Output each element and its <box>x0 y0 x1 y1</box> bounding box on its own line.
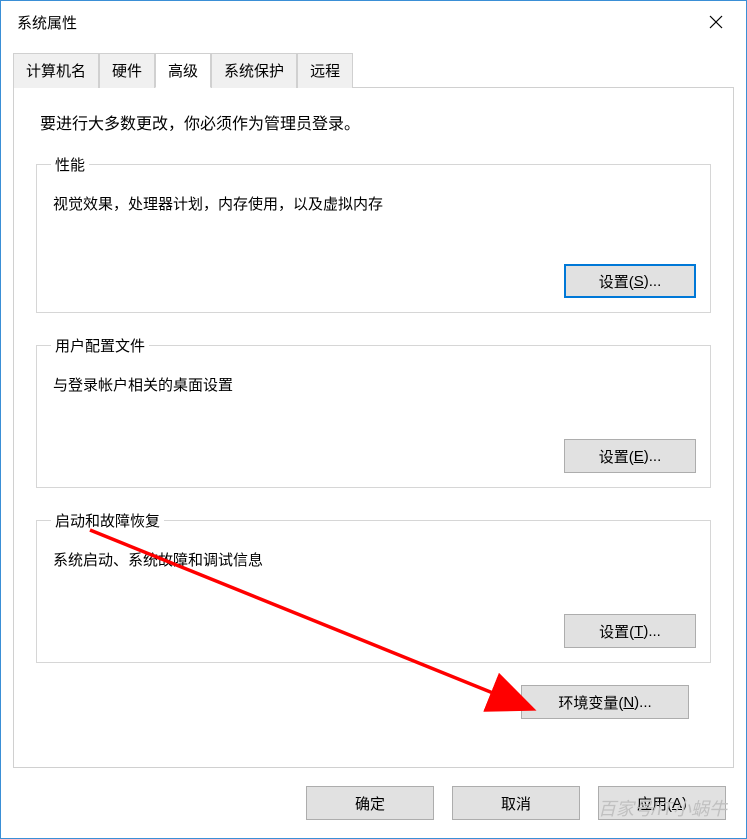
startup-group: 启动和故障恢复 系统启动、系统故障和调试信息 设置(T)... <box>36 510 711 663</box>
user-profile-description: 与登录帐户相关的桌面设置 <box>51 368 696 395</box>
user-profile-legend: 用户配置文件 <box>51 335 149 356</box>
admin-notice: 要进行大多数更改，你必须作为管理员登录。 <box>36 110 711 134</box>
tab-advanced[interactable]: 高级 <box>155 53 211 88</box>
startup-settings-button[interactable]: 设置(T)... <box>564 614 696 648</box>
performance-legend: 性能 <box>51 154 89 175</box>
environment-variables-button[interactable]: 环境变量(N)... <box>521 685 689 719</box>
startup-description: 系统启动、系统故障和调试信息 <box>51 543 696 570</box>
ok-button[interactable]: 确定 <box>306 786 434 820</box>
performance-group: 性能 视觉效果，处理器计划，内存使用，以及虚拟内存 设置(S)... <box>36 154 711 313</box>
startup-legend: 启动和故障恢复 <box>51 510 164 531</box>
advanced-panel: 要进行大多数更改，你必须作为管理员登录。 性能 视觉效果，处理器计划，内存使用，… <box>13 87 734 768</box>
window-title: 系统属性 <box>17 12 77 33</box>
system-properties-window: 系统属性 计算机名 硬件 高级 系统保护 远程 要进行大多数更改，你必须作为管理… <box>0 0 747 839</box>
user-profile-group: 用户配置文件 与登录帐户相关的桌面设置 设置(E)... <box>36 335 711 488</box>
tab-strip: 计算机名 硬件 高级 系统保护 远程 <box>13 53 734 87</box>
tab-system-protection[interactable]: 系统保护 <box>211 53 297 88</box>
apply-button[interactable]: 应用(A) <box>598 786 726 820</box>
close-button[interactable] <box>686 1 746 43</box>
dialog-button-row: 确定 取消 应用(A) <box>1 768 746 838</box>
title-bar: 系统属性 <box>1 1 746 43</box>
env-row: 环境变量(N)... <box>36 685 711 719</box>
close-icon <box>709 15 723 29</box>
tab-remote[interactable]: 远程 <box>297 53 353 88</box>
performance-description: 视觉效果，处理器计划，内存使用，以及虚拟内存 <box>51 187 696 214</box>
performance-settings-button[interactable]: 设置(S)... <box>564 264 696 298</box>
user-profile-settings-button[interactable]: 设置(E)... <box>564 439 696 473</box>
tab-hardware[interactable]: 硬件 <box>99 53 155 88</box>
tab-computer-name[interactable]: 计算机名 <box>13 53 99 88</box>
content-area: 计算机名 硬件 高级 系统保护 远程 要进行大多数更改，你必须作为管理员登录。 … <box>1 43 746 768</box>
cancel-button[interactable]: 取消 <box>452 786 580 820</box>
